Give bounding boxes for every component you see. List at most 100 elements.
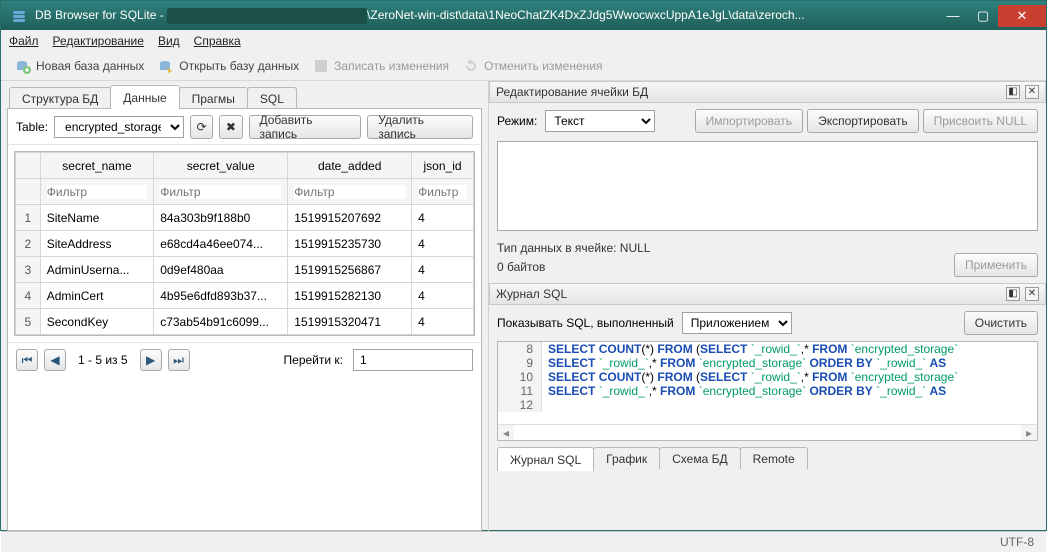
filter-secret_name[interactable] (47, 185, 147, 199)
data-tab-body: Table: encrypted_storage ⟳ ✖ Добавить за… (7, 108, 482, 531)
sql-log-close-icon[interactable]: ✕ (1025, 287, 1039, 301)
app-window: DB Browser for SQLite - \ZeroNet-win-dis… (0, 0, 1047, 531)
encoding-label: UTF-8 (1000, 535, 1034, 549)
maximize-button[interactable]: ▢ (968, 5, 998, 27)
tab-SQL[interactable]: SQL (247, 87, 297, 109)
col-secret_value[interactable]: secret_value (154, 153, 288, 179)
window-title: DB Browser for SQLite - \ZeroNet-win-dis… (35, 8, 938, 24)
col-secret_name[interactable]: secret_name (40, 153, 153, 179)
tab-Прагмы[interactable]: Прагмы (179, 87, 248, 109)
right-pane: Редактирование ячейки БД ◧ ✕ Режим: Текс… (489, 81, 1046, 531)
scroll-left-icon[interactable]: ◂ (498, 425, 514, 441)
col-json_id[interactable]: json_id (412, 153, 474, 179)
bottom-tab-Журнал SQL[interactable]: Журнал SQL (497, 447, 594, 471)
bottom-tab-График[interactable]: График (593, 447, 660, 469)
sql-line: 9SELECT `_rowid_`,* FROM `encrypted_stor… (498, 356, 1037, 370)
left-pane: Структура БДДанныеПрагмыSQL Table: encry… (1, 81, 489, 531)
close-button[interactable]: ✕ (998, 5, 1046, 27)
pager-count: 1 - 5 из 5 (72, 353, 134, 367)
pager-first[interactable]: ⏮ (16, 349, 38, 371)
bottom-tabs: Журнал SQLГрафикСхема БДRemote (497, 447, 1046, 471)
delete-row-button[interactable]: Удалить запись (367, 115, 473, 139)
show-sql-label: Показывать SQL, выполненный (497, 316, 674, 330)
table-row[interactable]: 2SiteAddresse68cd4a46ee074...15199152357… (16, 231, 474, 257)
table-label: Table: (16, 120, 48, 134)
sql-line: 10SELECT COUNT(*) FROM (SELECT `_rowid_`… (498, 370, 1037, 384)
tab-Данные[interactable]: Данные (110, 85, 179, 109)
goto-label: Перейти к: (280, 353, 347, 367)
pager-last[interactable]: ⏭ (168, 349, 190, 371)
cell-editor-title: Редактирование ячейки БД (496, 85, 648, 99)
menu-edit[interactable]: Редактирование (53, 34, 144, 48)
table-row[interactable]: 3AdminUserna...0d9ef480aa15199152568674 (16, 257, 474, 283)
new-db-icon (15, 58, 31, 74)
cell-editor-body: Режим: Текст Импортировать Экспортироват… (489, 103, 1046, 283)
new-db-button[interactable]: Новая база данных (15, 58, 144, 74)
cell-editor-close-icon[interactable]: ✕ (1025, 85, 1039, 99)
export-button[interactable]: Экспортировать (807, 109, 919, 133)
scroll-right-icon[interactable]: ▸ (1021, 425, 1037, 441)
titlebar: DB Browser for SQLite - \ZeroNet-win-dis… (1, 1, 1046, 30)
revert-icon (463, 58, 479, 74)
apply-button: Применить (954, 253, 1038, 277)
new-db-label: Новая база данных (36, 59, 144, 73)
save-icon (313, 58, 329, 74)
save-label: Записать изменения (334, 59, 449, 73)
sql-line: 12 (498, 398, 1037, 412)
clear-filters-button[interactable]: ✖ (219, 115, 242, 139)
menu-help[interactable]: Справка (194, 34, 241, 48)
menu-view[interactable]: Вид (158, 34, 180, 48)
open-db-label: Открыть базу данных (179, 59, 299, 73)
sql-source-select[interactable]: Приложением (682, 312, 792, 334)
table-row[interactable]: 5SecondKeyc73ab54b91c6099...151991532047… (16, 309, 474, 335)
table-row[interactable]: 1SiteName84a303b9f188b015199152076924 (16, 205, 474, 231)
open-db-icon (158, 58, 174, 74)
revert-label: Отменить изменения (484, 59, 602, 73)
table-select[interactable]: encrypted_storage (54, 116, 184, 138)
sql-log-float-icon[interactable]: ◧ (1006, 287, 1020, 301)
cell-type-label: Тип данных в ячейке: NULL (497, 239, 954, 258)
tab-Структура БД[interactable]: Структура БД (9, 87, 111, 109)
left-tabs: Структура БДДанныеПрагмыSQL (9, 85, 482, 109)
sql-log-header: Журнал SQL ◧ ✕ (489, 283, 1046, 305)
save-changes-button: Записать изменения (313, 58, 449, 74)
refresh-icon: ⟳ (197, 120, 207, 134)
add-row-button[interactable]: Добавить запись (249, 115, 362, 139)
app-icon (9, 6, 29, 26)
filter-secret_value[interactable] (160, 185, 281, 199)
pager-next[interactable]: ▶ (140, 349, 162, 371)
menubar: Файл Редактирование Вид Справка (1, 30, 1046, 51)
goto-input[interactable] (353, 349, 473, 371)
open-db-button[interactable]: Открыть базу данных (158, 58, 299, 74)
table-row[interactable]: 4AdminCert4b95e6dfd893b37...151991528213… (16, 283, 474, 309)
sql-log-view[interactable]: 8SELECT COUNT(*) FROM (SELECT `_rowid_`,… (497, 341, 1038, 441)
pager: ⏮ ◀ 1 - 5 из 5 ▶ ⏭ Перейти к: (8, 342, 481, 377)
filter-json_id[interactable] (418, 185, 467, 199)
bottom-tab-Схема БД[interactable]: Схема БД (659, 447, 740, 469)
sql-line: 8SELECT COUNT(*) FROM (SELECT `_rowid_`,… (498, 342, 1037, 356)
revert-changes-button: Отменить изменения (463, 58, 602, 74)
filter-date_added[interactable] (294, 185, 405, 199)
refresh-button[interactable]: ⟳ (190, 115, 213, 139)
pager-prev[interactable]: ◀ (44, 349, 66, 371)
minimize-button[interactable]: — (938, 5, 968, 27)
sql-log-title: Журнал SQL (496, 287, 567, 301)
cell-editor-header: Редактирование ячейки БД ◧ ✕ (489, 81, 1046, 103)
toolbar: Новая база данных Открыть базу данных За… (1, 51, 1046, 81)
bottom-tab-Remote[interactable]: Remote (740, 447, 808, 469)
import-button: Импортировать (695, 109, 803, 133)
sql-log-controls: Показывать SQL, выполненный Приложением … (489, 305, 1046, 341)
col-date_added[interactable]: date_added (288, 153, 412, 179)
sql-hscroll[interactable]: ◂ ▸ (498, 424, 1037, 440)
mode-select[interactable]: Текст (545, 110, 655, 132)
data-grid[interactable]: secret_namesecret_valuedate_addedjson_id… (15, 152, 474, 335)
clear-log-button[interactable]: Очистить (964, 311, 1038, 335)
cell-editor-float-icon[interactable]: ◧ (1006, 85, 1020, 99)
mode-label: Режим: (497, 114, 537, 128)
menu-file[interactable]: Файл (9, 34, 39, 48)
table-select-row: Table: encrypted_storage ⟳ ✖ Добавить за… (8, 109, 481, 145)
filter-icon: ✖ (226, 120, 236, 134)
sql-line: 11SELECT `_rowid_`,* FROM `encrypted_sto… (498, 384, 1037, 398)
cell-editor-textarea[interactable] (497, 141, 1038, 231)
statusbar: UTF-8 (1, 531, 1046, 552)
